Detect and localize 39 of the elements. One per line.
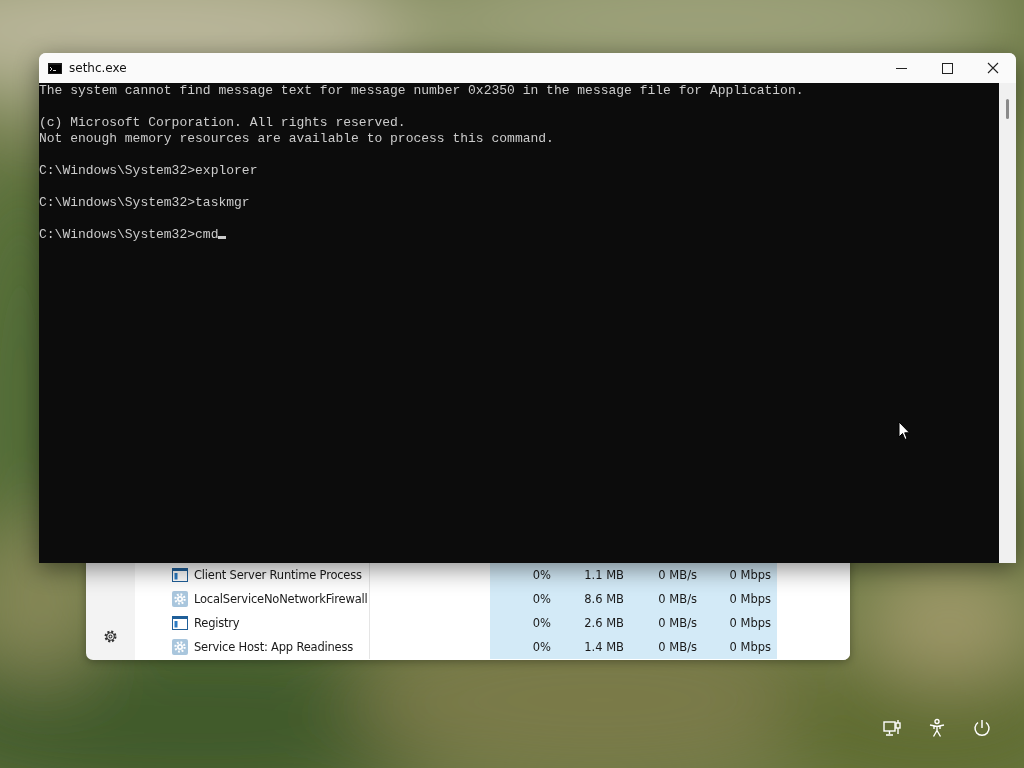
- network-value: 0 Mbps: [703, 587, 777, 611]
- process-name: LocalServiceNoNetworkFirewall: [194, 592, 368, 606]
- disk-value: 0 MB/s: [630, 587, 703, 611]
- disk-value: 0 MB/s: [630, 635, 703, 659]
- accessibility-icon[interactable]: [928, 718, 946, 738]
- maximize-icon: [941, 62, 953, 74]
- cpu-value: 0%: [490, 611, 557, 635]
- memory-value: 1.1 MB: [557, 563, 630, 587]
- mouse-pointer-icon: [898, 421, 911, 441]
- window-icon: [172, 568, 188, 582]
- network-icon[interactable]: [882, 718, 902, 738]
- process-name: Registry: [194, 616, 240, 630]
- cpu-value: 0%: [490, 587, 557, 611]
- disk-value: 0 MB/s: [630, 611, 703, 635]
- gear-icon: [172, 639, 188, 655]
- gear-icon: [172, 591, 188, 607]
- window-icon: [172, 616, 188, 630]
- console-line: Not enough memory resources are available to process this command.: [39, 131, 554, 146]
- console-icon: [48, 62, 62, 74]
- console-line: C:\Windows\System32>taskmgr: [39, 195, 250, 210]
- network-value: 0 Mbps: [703, 563, 777, 587]
- memory-value: 1.4 MB: [557, 635, 630, 659]
- cpu-value: 0%: [490, 635, 557, 659]
- settings-icon: [103, 629, 118, 644]
- network-value: 0 Mbps: [703, 635, 777, 659]
- console-line: (c) Microsoft Corporation. All rights reserved.: [39, 115, 406, 130]
- close-icon: [987, 62, 999, 74]
- disk-value: 0 MB/s: [630, 563, 703, 587]
- network-value: 0 Mbps: [703, 611, 777, 635]
- window-title: sethc.exe: [69, 61, 128, 75]
- memory-value: 2.6 MB: [557, 611, 630, 635]
- process-name: Service Host: App Readiness: [194, 640, 354, 654]
- process-name: Client Server Runtime Process: [194, 568, 362, 582]
- console-line: C:\Windows\System32>cmd: [39, 227, 219, 242]
- console-line: C:\Windows\System32>explorer: [39, 163, 258, 178]
- power-icon[interactable]: [972, 718, 992, 738]
- cpu-value: 0%: [490, 563, 557, 587]
- console-line: The system cannot find message text for message number 0x2350 in the message file for Application.: [39, 83, 804, 98]
- memory-value: 8.6 MB: [557, 587, 630, 611]
